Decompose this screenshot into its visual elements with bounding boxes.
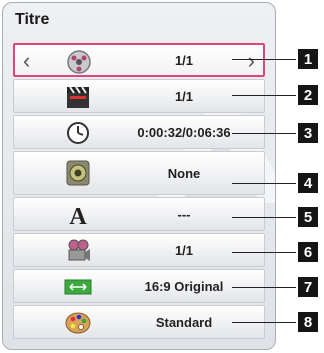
callout-number-2: 2 — [298, 85, 318, 105]
callout-line — [232, 133, 296, 134]
subtitle-row[interactable]: A --- — [13, 197, 265, 231]
callout-line — [232, 95, 296, 96]
options-panel: Titre ‹ 1/1 › 1/1 0:00:32/0:06:36 None A… — [2, 2, 276, 350]
aspect-ratio-value: 16:9 Original — [144, 278, 224, 294]
aspect-ratio-icon — [64, 279, 92, 295]
title-value: 1/1 — [174, 52, 194, 68]
callout-number-3: 3 — [298, 123, 318, 143]
disc-icon — [67, 50, 91, 74]
callout-number-7: 7 — [298, 277, 318, 297]
camera-angle-icon — [68, 239, 90, 261]
time-row[interactable]: 0:00:32/0:06:36 — [13, 115, 265, 149]
chapter-value: 1/1 — [174, 88, 194, 104]
svg-text:A: A — [69, 204, 87, 228]
callout-line — [232, 217, 296, 218]
audio-row[interactable]: None — [13, 151, 265, 195]
callout-number-8: 8 — [298, 312, 318, 332]
callout-number-4: 4 — [298, 173, 318, 193]
next-arrow-icon[interactable]: › — [248, 49, 255, 73]
callout-line — [232, 287, 296, 288]
angle-row[interactable]: 1/1 — [13, 233, 265, 267]
subtitle-a-icon: A — [69, 204, 87, 228]
title-row[interactable]: ‹ 1/1 › — [13, 43, 265, 77]
aspect-ratio-row[interactable]: 16:9 Original — [13, 269, 265, 303]
time-value: 0:00:32/0:06:36 — [137, 124, 231, 140]
audio-value: None — [167, 165, 201, 181]
clock-icon — [67, 122, 89, 144]
speaker-icon — [66, 160, 90, 186]
picture-mode-icon — [65, 312, 91, 334]
callout-line — [232, 322, 296, 323]
clapperboard-icon — [67, 86, 89, 108]
callout-number-5: 5 — [298, 207, 318, 227]
panel-title: Titre — [15, 11, 50, 28]
chapter-row[interactable]: 1/1 — [13, 79, 265, 113]
picture-mode-row[interactable]: Standard — [13, 305, 265, 339]
prev-arrow-icon[interactable]: ‹ — [23, 49, 30, 73]
callout-line — [232, 59, 296, 60]
angle-value: 1/1 — [174, 242, 194, 258]
subtitle-value: --- — [177, 206, 191, 222]
callout-line — [232, 183, 296, 184]
callout-number-1: 1 — [298, 49, 318, 69]
callout-line — [232, 252, 296, 253]
callout-number-6: 6 — [298, 242, 318, 262]
